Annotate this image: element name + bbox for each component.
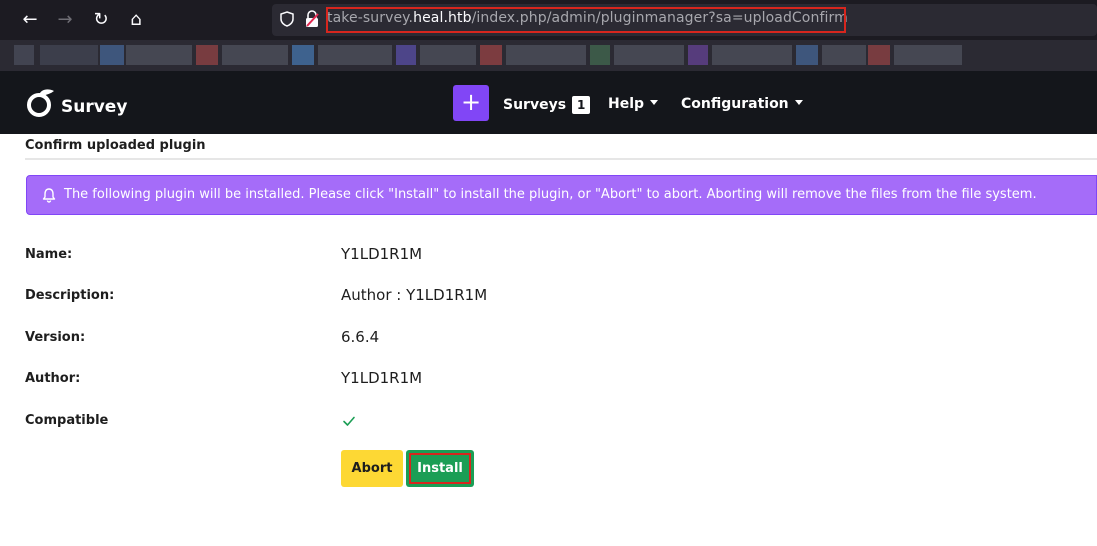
forward-arrow-icon[interactable]: → (53, 8, 77, 32)
chevron-down-icon (794, 99, 803, 105)
bookmark-item[interactable] (506, 45, 586, 65)
version-label: Version: (25, 330, 86, 345)
nav-help-label: Help (608, 96, 645, 112)
title-divider (25, 158, 1097, 160)
install-button-wrapper: Install (406, 450, 474, 487)
nav-configuration[interactable]: Configuration (681, 96, 803, 112)
bookmark-item[interactable] (822, 45, 866, 65)
bookmark-item[interactable] (796, 45, 818, 65)
author-label: Author: (25, 371, 81, 386)
bookmark-item[interactable] (318, 45, 392, 65)
shield-icon[interactable] (280, 11, 294, 27)
reload-icon[interactable]: ↻ (89, 8, 113, 32)
nav-surveys[interactable]: Surveys 1 (503, 96, 591, 114)
alert-text: The following plugin will be installed. … (64, 187, 1037, 202)
limesurvey-logo-icon[interactable] (24, 86, 58, 120)
description-label: Description: (25, 288, 115, 303)
logo-text[interactable]: Survey (61, 97, 127, 117)
home-icon[interactable]: ⌂ (124, 8, 148, 32)
lock-warning-icon[interactable] (304, 10, 320, 28)
bookmark-item[interactable] (688, 45, 708, 65)
version-value: 6.6.4 (341, 328, 380, 346)
nav-configuration-label: Configuration (681, 96, 789, 112)
checkmark-icon (343, 416, 355, 426)
bookmarks-bar (0, 40, 1097, 71)
info-alert: The following plugin will be installed. … (26, 175, 1097, 215)
bookmark-item[interactable] (100, 45, 124, 65)
bookmark-item[interactable] (712, 45, 792, 65)
bookmark-item[interactable] (292, 45, 314, 65)
create-survey-button[interactable]: + (453, 85, 489, 121)
page-title: Confirm uploaded plugin (25, 138, 206, 153)
bookmark-item[interactable] (14, 45, 34, 65)
bookmark-item[interactable] (480, 45, 502, 65)
name-value: Y1LD1R1M (341, 245, 423, 263)
chevron-down-icon (650, 99, 659, 105)
bookmark-item[interactable] (420, 45, 476, 65)
name-label: Name: (25, 247, 73, 262)
surveys-count-badge: 1 (572, 96, 591, 114)
bookmark-item[interactable] (40, 45, 98, 65)
bookmark-item[interactable] (396, 45, 416, 65)
nav-surveys-label: Surveys (503, 97, 567, 113)
description-value: Author : Y1LD1R1M (341, 286, 488, 304)
bookmark-item[interactable] (590, 45, 610, 65)
install-button[interactable]: Install (409, 453, 471, 484)
bookmark-item[interactable] (222, 45, 288, 65)
compatible-label: Compatible (25, 413, 109, 428)
url-highlight-box (326, 7, 846, 33)
back-arrow-icon[interactable]: ← (18, 8, 42, 32)
author-value: Y1LD1R1M (341, 369, 423, 387)
bookmark-item[interactable] (868, 45, 890, 65)
bookmark-item[interactable] (614, 45, 684, 65)
abort-button[interactable]: Abort (341, 450, 403, 487)
browser-toolbar: ← → ↻ ⌂ take-survey.heal.htb/index.php/a… (0, 0, 1097, 40)
nav-help[interactable]: Help (608, 96, 659, 112)
bell-icon (42, 188, 56, 203)
bookmark-item[interactable] (126, 45, 192, 65)
bookmark-item[interactable] (196, 45, 218, 65)
bookmark-item[interactable] (894, 45, 962, 65)
